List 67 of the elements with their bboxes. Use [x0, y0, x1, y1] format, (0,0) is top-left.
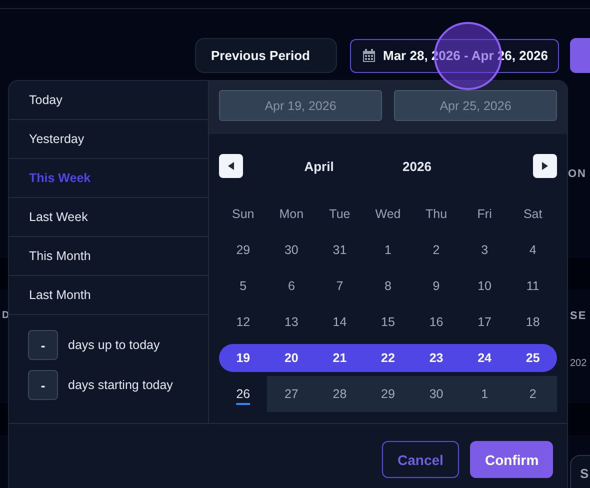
confirm-button[interactable]: Confirm [470, 441, 553, 478]
next-month-button[interactable] [533, 154, 557, 178]
day-cell[interactable]: 13 [267, 304, 316, 340]
day-cell[interactable]: 18 [508, 304, 557, 340]
background-text: ON [568, 168, 586, 180]
day-cell[interactable]: 9 [412, 268, 460, 304]
day-cell[interactable]: 31 [316, 232, 364, 268]
days-label: days up to today [68, 338, 160, 352]
day-cell[interactable]: 10 [460, 268, 509, 304]
preset-option[interactable]: Today [9, 81, 208, 120]
weekday-label: Fri [476, 207, 493, 221]
day-cell[interactable]: 2 [412, 232, 460, 268]
calendar-icon [363, 49, 375, 62]
weekday-label: Wed [374, 207, 402, 221]
compare-select[interactable]: Previous Period [195, 38, 337, 73]
day-cell[interactable]: 23 [412, 344, 460, 372]
day-cell[interactable]: 27 [267, 376, 316, 412]
day-cell[interactable]: 20 [267, 344, 316, 372]
day-cell[interactable]: 1 [460, 376, 509, 412]
day-cell[interactable]: 7 [316, 268, 364, 304]
preset-option[interactable]: Last Month [9, 276, 208, 315]
day-cell[interactable]: 14 [316, 304, 364, 340]
weekday-label: Tue [328, 207, 352, 221]
day-cell[interactable]: 25 [508, 344, 557, 372]
background-text: SE [570, 310, 587, 322]
preset-option[interactable]: Last Week [9, 198, 208, 237]
day-cell[interactable]: 28 [316, 376, 364, 412]
cancel-button[interactable]: Cancel [382, 441, 459, 478]
days-input[interactable]: - [28, 330, 58, 360]
year-label[interactable]: 2026 [392, 158, 442, 174]
day-cell[interactable]: 30 [412, 376, 460, 412]
weekday-label: Mon [278, 207, 305, 221]
day-cell[interactable]: 11 [508, 268, 557, 304]
day-cell[interactable]: 21 [316, 344, 364, 372]
day-cell[interactable]: 15 [364, 304, 412, 340]
day-cell[interactable]: 22 [364, 344, 412, 372]
day-cell[interactable]: 17 [460, 304, 509, 340]
day-cell[interactable]: 26 [219, 376, 268, 412]
month-label[interactable]: April [294, 158, 344, 174]
day-cell[interactable]: 29 [364, 376, 412, 412]
day-cell[interactable]: 19 [219, 344, 268, 372]
day-cell[interactable]: 6 [267, 268, 316, 304]
day-cell[interactable]: 30 [267, 232, 316, 268]
days-label: days starting today [68, 378, 173, 392]
weekday-label: Thu [424, 207, 448, 221]
day-cell[interactable]: 8 [364, 268, 412, 304]
day-cell[interactable]: 5 [219, 268, 268, 304]
background-text: S [580, 466, 589, 481]
day-cell[interactable]: 4 [508, 232, 557, 268]
day-cell[interactable]: 29 [219, 232, 268, 268]
day-cell[interactable]: 24 [460, 344, 509, 372]
preset-option[interactable]: This Month [9, 237, 208, 276]
day-cell[interactable]: 12 [219, 304, 268, 340]
end-date-field[interactable]: Apr 25, 2026 [394, 90, 557, 121]
day-cell[interactable]: 3 [460, 232, 509, 268]
day-cell[interactable]: 1 [364, 232, 412, 268]
days-input[interactable]: - [28, 370, 58, 400]
triangle-right-icon [542, 162, 548, 170]
background-text: 202 [570, 358, 587, 369]
triangle-left-icon [228, 162, 234, 170]
preset-option[interactable]: Yesterday [9, 120, 208, 159]
weekday-label: Sun [231, 207, 256, 221]
day-cell[interactable]: 2 [508, 376, 557, 412]
start-date-field[interactable]: Apr 19, 2026 [219, 90, 382, 121]
day-cell[interactable]: 16 [412, 304, 460, 340]
previous-month-button[interactable] [219, 154, 243, 178]
weekday-label: Sat [522, 207, 544, 221]
